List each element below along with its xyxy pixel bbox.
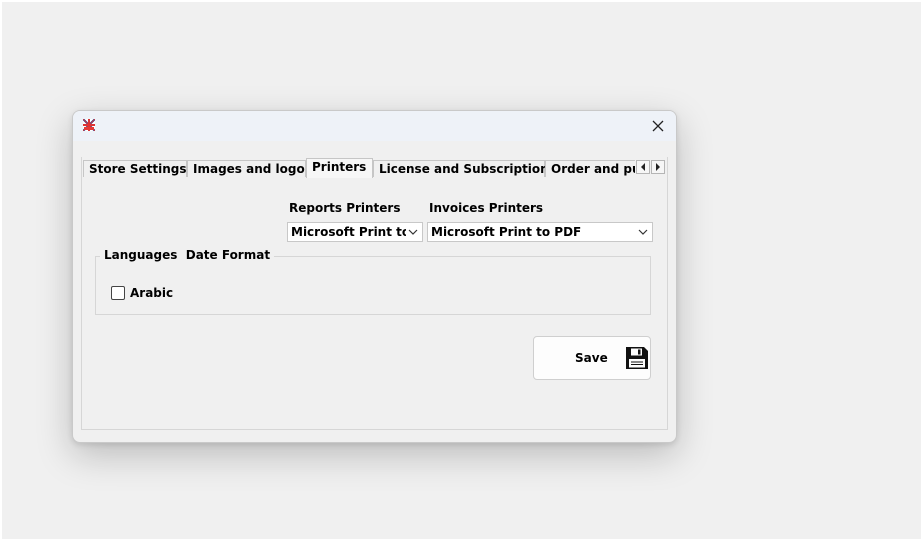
arabic-label[interactable]: Arabic <box>130 286 173 300</box>
languages-groupbox <box>95 256 651 315</box>
invoices-printer-value: Microsoft Print to PDF <box>431 225 582 239</box>
tab-scroll-right-button[interactable] <box>651 160 665 174</box>
close-icon <box>652 120 664 132</box>
reports-printers-label: Reports Printers <box>289 201 401 215</box>
chevron-left-icon <box>641 163 645 171</box>
tab-images-and-logo[interactable]: Images and logo <box>187 160 306 177</box>
tab-order-and-purchases[interactable]: Order and pu <box>545 160 635 177</box>
title-bar <box>73 111 676 141</box>
tab-store-settings[interactable]: Store Settings <box>83 160 187 177</box>
floppy-disk-icon <box>626 347 648 369</box>
invoices-printers-label: Invoices Printers <box>429 201 544 215</box>
tab-license-and-subscription[interactable]: License and Subscription <box>373 160 549 177</box>
invoices-printer-select[interactable]: Microsoft Print to PDF <box>427 222 653 242</box>
save-button-label: Save <box>575 351 608 365</box>
chevron-down-icon <box>638 229 648 235</box>
chevron-right-icon <box>656 163 660 171</box>
reports-printer-select[interactable]: Microsoft Print to <box>287 222 423 242</box>
reports-printer-value: Microsoft Print to <box>291 225 406 239</box>
settings-dialog: Store Settings Images and logo Printers … <box>72 110 677 443</box>
languages-groupbox-title: Languages Date Format <box>100 248 275 262</box>
chevron-down-icon <box>408 229 418 235</box>
tab-scroll-left-button[interactable] <box>636 160 650 174</box>
tab-strip: Store Settings Images and logo Printers … <box>83 158 635 178</box>
save-button[interactable]: Save <box>533 336 651 380</box>
close-button[interactable] <box>644 113 672 139</box>
app-logo-icon <box>83 119 95 131</box>
arabic-checkbox[interactable] <box>111 286 125 300</box>
tab-printers[interactable]: Printers <box>306 158 373 178</box>
